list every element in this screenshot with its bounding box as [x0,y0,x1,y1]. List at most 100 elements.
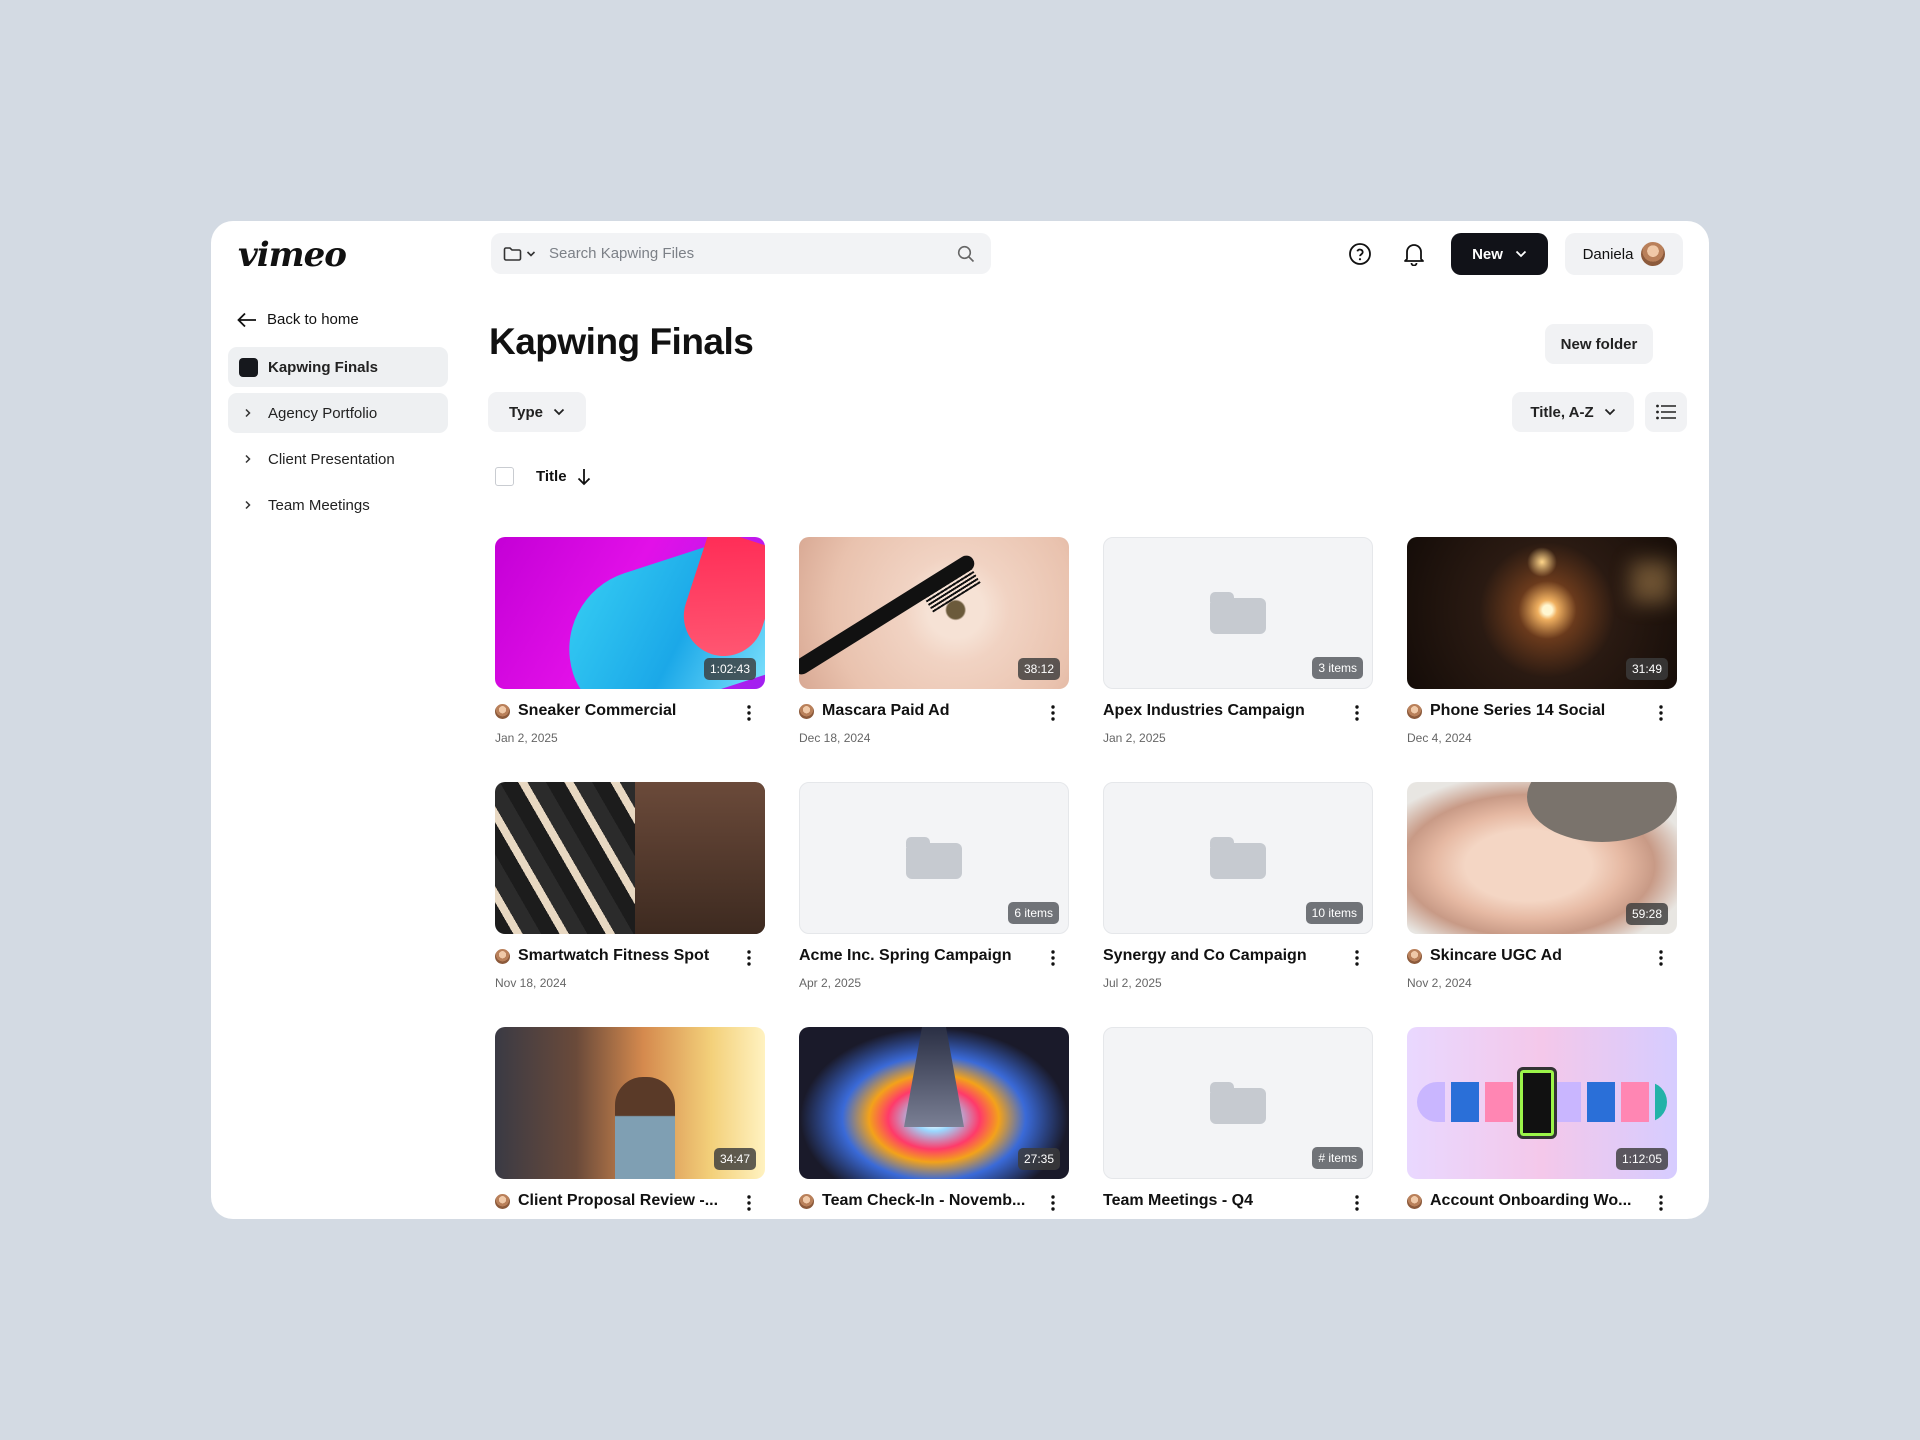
media-title[interactable]: Account Onboarding Wo... [1430,1192,1651,1210]
back-to-home-link[interactable]: Back to home [237,311,359,328]
folder-card[interactable]: 3 items Apex Industries Campaign Jan 2, … [1103,537,1373,745]
media-date: Apr 2, 2025 [799,976,862,990]
duration-badge: 34:47 [713,1148,756,1170]
media-thumbnail[interactable]: 3 items [1103,537,1373,689]
user-name: Daniela [1582,245,1634,263]
user-menu-button[interactable]: Daniela [1565,233,1683,275]
media-title[interactable]: Phone Series 14 Social [1430,702,1651,720]
media-meta: Account Onboarding Wo... [1407,1187,1677,1219]
media-meta: Mascara Paid Ad Dec 18, 2024 [799,697,1069,745]
more-options-icon[interactable] [739,1191,759,1215]
more-options-icon[interactable] [1043,701,1063,725]
media-thumbnail[interactable]: 1:02:43 [495,537,765,689]
vimeo-logo[interactable]: vimeo [238,235,347,275]
owner-avatar [1407,948,1422,964]
media-thumbnail[interactable]: 1:12:05 [1407,1027,1677,1179]
more-options-icon[interactable] [1651,946,1671,970]
sidebar-item-client-presentation[interactable]: Client Presentation [228,439,448,479]
media-thumbnail[interactable]: 45:27 [495,782,765,934]
more-options-icon[interactable] [1043,1191,1063,1215]
media-date: Jul 2, 2025 [1103,976,1162,990]
back-to-home-label: Back to home [267,311,359,328]
media-card[interactable]: 59:28 Skincare UGC Ad Nov 2, 2024 [1407,782,1677,990]
sidebar-item-team-meetings[interactable]: Team Meetings [228,485,448,525]
media-card[interactable]: 38:12 Mascara Paid Ad Dec 18, 2024 [799,537,1069,745]
more-options-icon[interactable] [1347,946,1367,970]
media-date: Jan 2, 2025 [1103,731,1166,745]
avatar [1641,242,1666,266]
title-sort-toggle[interactable]: Title [536,468,591,486]
media-title[interactable]: Team Check-In - Novemb... [822,1192,1043,1210]
media-thumbnail[interactable]: 10 items [1103,782,1373,934]
duration-badge: 1:02:43 [703,658,756,680]
media-title[interactable]: Skincare UGC Ad [1430,947,1651,965]
sort-dropdown[interactable]: Title, A-Z [1512,392,1634,432]
page-title: Kapwing Finals [489,321,754,362]
media-date: Dec 18, 2024 [799,731,871,745]
folder-icon [503,246,522,261]
media-thumbnail[interactable]: 27:35 [799,1027,1069,1179]
media-meta: Client Proposal Review -... [495,1187,765,1219]
media-thumbnail[interactable]: # items [1103,1027,1373,1179]
media-card[interactable]: 45:27 Smartwatch Fitness Spot Nov 18, 20… [495,782,765,990]
search-icon[interactable] [957,245,975,263]
sidebar-item-kapwing-finals[interactable]: Kapwing Finals [228,347,448,387]
new-button[interactable]: New [1451,233,1548,275]
media-title[interactable]: Client Proposal Review -... [518,1192,739,1210]
media-title[interactable]: Team Meetings - Q4 [1103,1192,1347,1210]
media-card[interactable]: 27:35 Team Check-In - Novemb... [799,1027,1069,1211]
list-view-toggle[interactable] [1645,392,1687,432]
list-view-icon [1656,404,1676,420]
chevron-right-icon [245,454,251,464]
media-meta: Acme Inc. Spring Campaign Apr 2, 2025 [799,942,1069,990]
folder-card[interactable]: 10 items Synergy and Co Campaign Jul 2, … [1103,782,1373,990]
more-options-icon[interactable] [1347,1191,1367,1215]
media-thumbnail[interactable]: 59:28 [1407,782,1677,934]
media-date: Jan 2, 2025 [495,731,558,745]
media-title[interactable]: Smartwatch Fitness Spot [518,947,739,965]
media-title[interactable]: Apex Industries Campaign [1103,702,1347,720]
media-thumbnail[interactable]: 38:12 [799,537,1069,689]
more-options-icon[interactable] [1347,701,1367,725]
media-thumbnail[interactable]: 31:49 [1407,537,1677,689]
media-meta: Team Meetings - Q4 [1103,1187,1373,1219]
folder-scope-dropdown[interactable] [503,246,549,262]
owner-avatar [495,703,510,719]
media-title[interactable]: Synergy and Co Campaign [1103,947,1347,965]
new-folder-button[interactable]: New folder [1545,324,1653,364]
media-thumbnail[interactable]: 34:47 [495,1027,765,1179]
chevron-down-icon [1515,250,1527,258]
owner-avatar [1407,1193,1422,1209]
media-title[interactable]: Mascara Paid Ad [822,702,1043,720]
more-options-icon[interactable] [1043,946,1063,970]
type-filter-dropdown[interactable]: Type [488,392,586,432]
more-options-icon[interactable] [739,701,759,725]
chevron-right-icon [245,408,251,418]
media-card[interactable]: 31:49 Phone Series 14 Social Dec 4, 2024 [1407,537,1677,745]
search-input[interactable] [549,233,957,274]
folder-card[interactable]: # items Team Meetings - Q4 [1103,1027,1373,1211]
sidebar-item-agency-portfolio[interactable]: Agency Portfolio [228,393,448,433]
more-options-icon[interactable] [1651,701,1671,725]
help-icon[interactable] [1346,240,1374,268]
owner-avatar [495,948,510,964]
owner-avatar [1407,703,1422,719]
item-count-badge: # items [1312,1147,1363,1169]
folder-card[interactable]: 6 items Acme Inc. Spring Campaign Apr 2,… [799,782,1069,990]
folder-icon [1210,592,1266,634]
media-title[interactable]: Sneaker Commercial [518,702,739,720]
more-options-icon[interactable] [739,946,759,970]
new-folder-label: New folder [1560,335,1638,353]
search-bar[interactable] [491,233,991,274]
select-all-checkbox[interactable] [495,467,514,486]
media-card[interactable]: 1:02:43 Sneaker Commercial Jan 2, 2025 [495,537,765,745]
bell-icon[interactable] [1400,240,1428,268]
sidebar-item-label: Kapwing Finals [268,358,379,376]
media-title[interactable]: Acme Inc. Spring Campaign [799,947,1043,965]
more-options-icon[interactable] [1651,1191,1671,1215]
chevron-down-icon [1604,408,1615,416]
media-card[interactable]: 34:47 Client Proposal Review -... [495,1027,765,1211]
media-thumbnail[interactable]: 6 items [799,782,1069,934]
duration-badge: 38:12 [1017,658,1060,680]
media-card[interactable]: 1:12:05 Account Onboarding Wo... [1407,1027,1677,1211]
